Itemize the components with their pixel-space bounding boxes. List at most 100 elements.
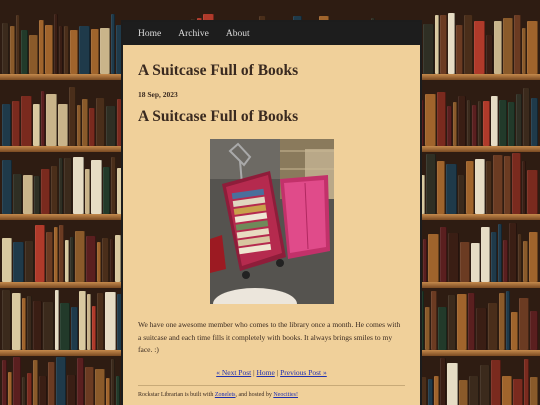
book-spine — [508, 102, 516, 146]
book-spine — [11, 293, 21, 350]
book-spine — [97, 242, 101, 282]
nav-home-link[interactable]: Home — [138, 29, 161, 39]
book-spine — [26, 373, 32, 405]
content: A Suitcase Full of Books 18 Sep, 2023 A … — [123, 62, 420, 398]
home-link[interactable]: Home — [256, 368, 274, 377]
nav-about-link[interactable]: About — [226, 29, 250, 39]
book-spine — [2, 290, 11, 350]
book-spine — [423, 239, 428, 282]
book-spine — [92, 306, 97, 350]
book-spine — [439, 227, 447, 282]
book-spine — [111, 157, 117, 214]
book-spine — [457, 175, 465, 214]
book-spine — [447, 295, 457, 350]
book-spine — [22, 175, 33, 214]
book-spine — [63, 26, 69, 74]
book-spine — [38, 376, 47, 405]
book-spine — [523, 88, 531, 146]
book-spine — [422, 24, 434, 74]
book-spine — [105, 378, 110, 405]
book-spine — [505, 291, 511, 350]
book-spine — [95, 98, 105, 146]
next-post-link[interactable]: « Next Post — [216, 368, 251, 377]
book-spine — [476, 308, 487, 350]
footer-prefix: Rockstar Librarian is built with — [138, 391, 215, 398]
book-spine — [502, 240, 509, 282]
book-spine — [434, 15, 439, 74]
book-spine — [447, 233, 459, 282]
suitcase-photo-image — [209, 139, 334, 304]
book-spine — [69, 237, 74, 282]
book-spine — [518, 234, 523, 282]
book-spine — [437, 92, 447, 146]
book-spine — [513, 379, 524, 405]
book-spine — [12, 357, 21, 405]
book-spine — [511, 312, 519, 350]
book-spine — [63, 158, 73, 214]
zonelets-link[interactable]: Zonelets — [215, 392, 236, 398]
book-spine — [97, 293, 105, 350]
book-spine — [2, 160, 12, 214]
book-spine — [428, 234, 439, 282]
book-spine — [55, 290, 60, 350]
book-spine — [115, 376, 120, 405]
main-panel: Home Archive About A Suitcase Full of Bo… — [121, 20, 422, 405]
book-spine — [9, 26, 15, 74]
page-title: A Suitcase Full of Books — [138, 62, 299, 79]
book-spine — [20, 96, 32, 146]
book-spine — [2, 104, 11, 146]
book-spine — [46, 94, 58, 146]
book-spine — [445, 164, 457, 214]
book-spine — [458, 380, 468, 405]
book-spine — [2, 360, 7, 405]
book-spine — [91, 160, 103, 214]
book-spine — [439, 15, 447, 74]
book-spine — [516, 94, 523, 146]
book-spine — [474, 21, 486, 74]
top-nav: Home Archive About — [123, 22, 420, 45]
book-spine — [85, 367, 94, 405]
book-spine — [504, 156, 512, 214]
book-spine — [471, 243, 481, 282]
nav-archive-link[interactable]: Archive — [178, 29, 209, 39]
book-spine — [33, 176, 40, 214]
book-spine — [503, 18, 514, 74]
book-spine — [73, 157, 85, 214]
book-spine — [468, 293, 476, 350]
book-spine — [494, 21, 503, 74]
book-spine — [70, 307, 78, 350]
book-spine — [436, 161, 445, 214]
neocities-link[interactable]: Neocities! — [273, 392, 298, 398]
book-spine — [524, 359, 530, 405]
book-spine — [466, 100, 471, 146]
book-spine — [425, 94, 437, 146]
post-photo — [209, 139, 334, 304]
footer-middle: , and hosted by — [235, 391, 274, 398]
book-spine — [105, 292, 117, 350]
book-spine — [43, 302, 55, 350]
book-spine — [53, 227, 58, 282]
book-spine — [498, 100, 508, 146]
book-spine — [103, 167, 111, 214]
book-spine — [471, 105, 477, 146]
book-spine — [58, 26, 63, 74]
book-spine — [86, 236, 97, 282]
book-spine — [424, 307, 430, 350]
book-spine — [463, 15, 474, 74]
book-spine — [527, 21, 538, 74]
book-spine — [111, 14, 116, 74]
book-spine — [498, 293, 505, 350]
book-spine — [105, 106, 117, 146]
book-spine — [530, 311, 538, 350]
book-spine — [453, 102, 458, 146]
book-spine — [58, 225, 64, 282]
book-spine — [437, 307, 447, 350]
book-spine — [33, 301, 43, 350]
book-spine — [12, 242, 24, 282]
book-spine — [69, 30, 79, 74]
book-spine — [114, 235, 121, 282]
book-spine — [86, 294, 92, 350]
book-spine — [425, 154, 436, 214]
previous-post-link[interactable]: Previous Post » — [280, 368, 327, 377]
book-spine — [44, 25, 53, 74]
